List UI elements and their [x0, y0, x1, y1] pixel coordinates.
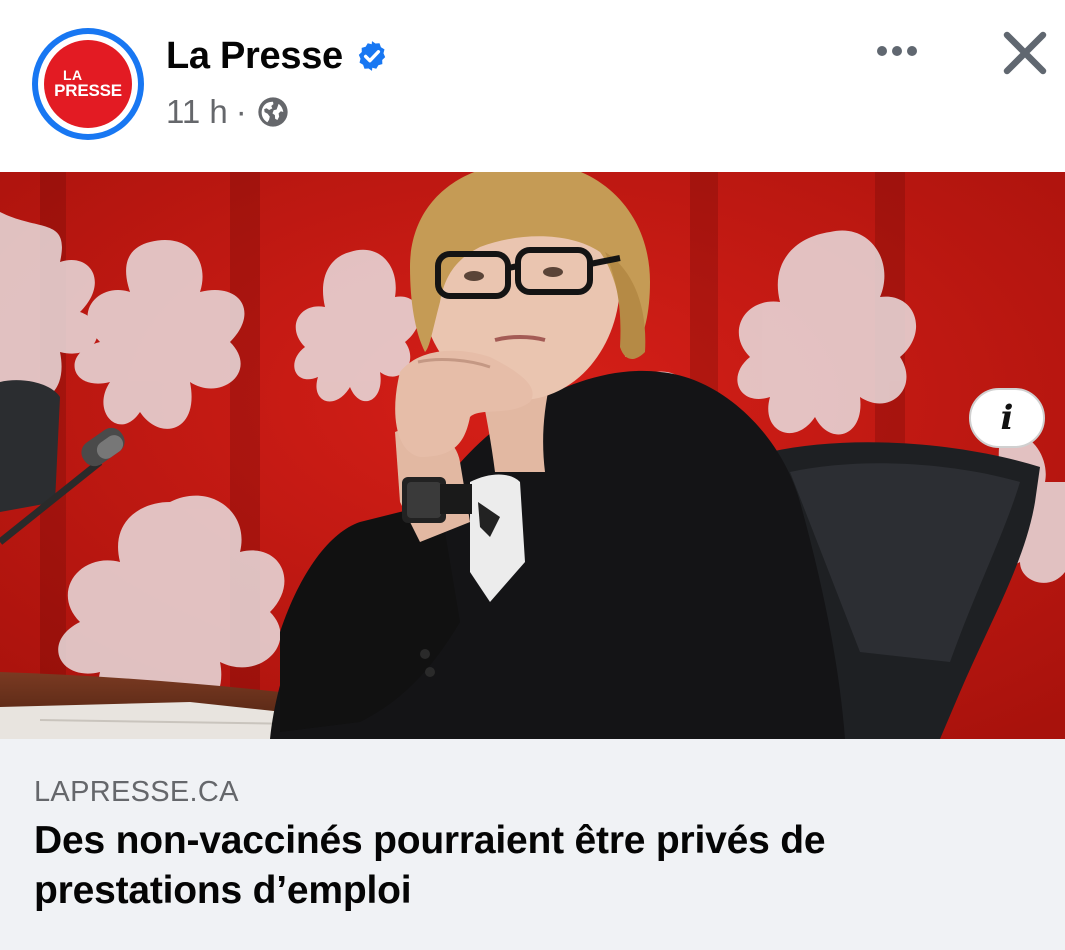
meta-separator: · [235, 93, 247, 130]
left-chair [0, 380, 60, 512]
link-headline[interactable]: Des non-vaccinés pourraient être privés … [34, 816, 1024, 916]
more-dot [877, 46, 887, 56]
logo-text-line1: LA [63, 67, 83, 83]
page-name[interactable]: La Presse [166, 35, 343, 78]
photo-illustration [0, 172, 1065, 739]
article-photo[interactable]: i [0, 172, 1065, 739]
avatar-border: LA PRESSE [38, 34, 138, 134]
info-button[interactable]: i [969, 388, 1045, 448]
more-dot [892, 46, 902, 56]
page-name-row: La Presse [166, 32, 389, 80]
post-timestamp[interactable]: 11 h [166, 93, 228, 131]
post-header: LA PRESSE La Presse 11 h · [0, 0, 1065, 172]
la-presse-logo: LA PRESSE [44, 40, 132, 128]
more-dot [907, 46, 917, 56]
more-options-icon[interactable] [868, 28, 926, 74]
logo-text-line2: PRESSE [54, 81, 122, 100]
page-avatar[interactable]: LA PRESSE [32, 28, 144, 140]
post-meta: 11 h · [166, 92, 289, 132]
close-icon[interactable] [998, 26, 1052, 80]
verified-badge-icon [358, 41, 386, 71]
globe-icon[interactable] [257, 96, 289, 128]
link-domain: LAPRESSE.CA [34, 776, 239, 808]
